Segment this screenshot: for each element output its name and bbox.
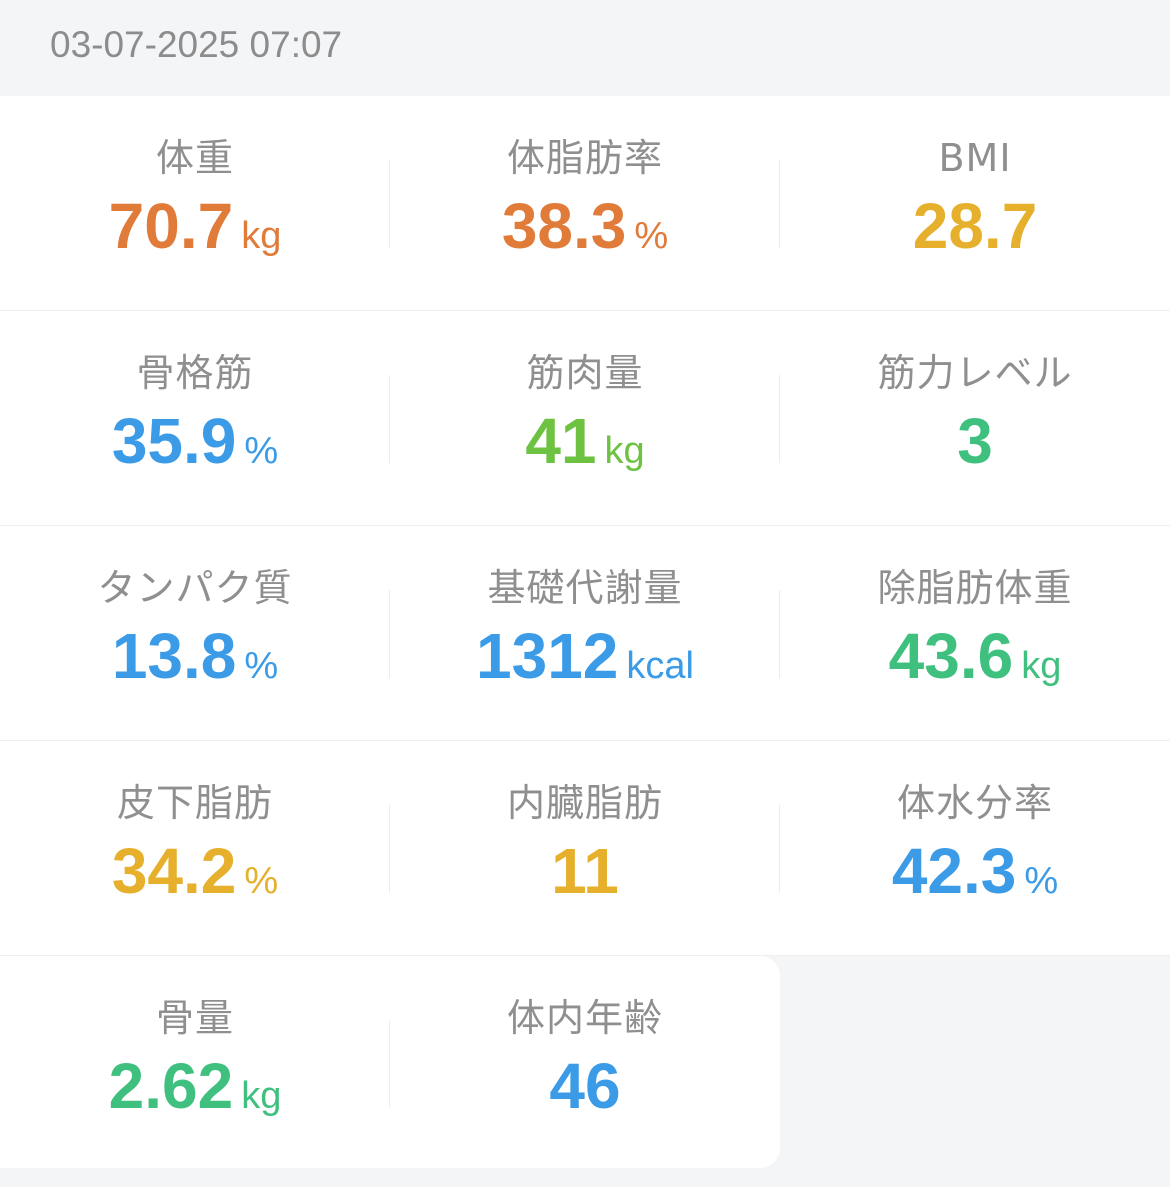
metric-label: タンパク質 xyxy=(97,566,293,610)
metric-unit: % xyxy=(634,215,669,257)
metric-subcutaneous-fat[interactable]: 皮下脂肪 34.2 % xyxy=(0,741,390,955)
metric-visceral-fat[interactable]: 内臓脂肪 11 xyxy=(390,741,780,955)
metric-value: 41 xyxy=(525,405,597,477)
metric-value-line: 1312 kcal xyxy=(476,618,694,704)
metric-value-line: 42.3 % xyxy=(892,833,1058,919)
metric-unit: kg xyxy=(241,1075,282,1117)
metric-value: 42.3 xyxy=(891,835,1017,907)
metric-value-line: 41 kg xyxy=(525,403,644,489)
metric-bone-mass[interactable]: 骨量 2.62 kg xyxy=(0,956,390,1168)
metric-label: 体水分率 xyxy=(896,781,1053,825)
metric-body-fat[interactable]: 体脂肪率 38.3 % xyxy=(390,96,780,310)
metric-label: 骨量 xyxy=(155,996,234,1040)
metric-unit: kg xyxy=(241,215,282,257)
metrics-row: タンパク質 13.8 % 基礎代謝量 1312 kcal 除脂肪体重 43.6 … xyxy=(0,526,1170,741)
metric-label: 体脂肪率 xyxy=(506,136,663,180)
metric-label: 体内年齢 xyxy=(506,996,663,1040)
metric-label: 筋力レベル xyxy=(877,351,1073,395)
metric-value-line: 70.7 kg xyxy=(109,188,282,274)
metric-label: BMI xyxy=(938,136,1012,180)
metric-label: 内臓脂肪 xyxy=(506,781,663,825)
metrics-row: 骨格筋 35.9 % 筋肉量 41 kg 筋力レベル 3 xyxy=(0,311,1170,526)
metric-value-line: 28.7 xyxy=(913,188,1038,264)
metric-label: 筋肉量 xyxy=(526,351,644,395)
metric-strength-level[interactable]: 筋力レベル 3 xyxy=(780,311,1170,525)
metric-muscle-mass[interactable]: 筋肉量 41 kg xyxy=(390,311,780,525)
metric-value-line: 43.6 kg xyxy=(889,618,1062,704)
metric-value-line: 3 xyxy=(957,403,993,479)
metric-bmi[interactable]: BMI 28.7 xyxy=(780,96,1170,310)
metric-weight[interactable]: 体重 70.7 kg xyxy=(0,96,390,310)
metric-unit: kg xyxy=(1021,645,1062,687)
metric-value: 70.7 xyxy=(108,190,234,262)
metric-value-line: 13.8 % xyxy=(112,618,278,704)
metric-unit: % xyxy=(244,430,279,472)
metric-value: 1312 xyxy=(476,620,619,692)
metric-body-water[interactable]: 体水分率 42.3 % xyxy=(780,741,1170,955)
metrics-row: 体重 70.7 kg 体脂肪率 38.3 % BMI 28.7 xyxy=(0,96,1170,311)
metric-unit: kg xyxy=(604,430,645,472)
metric-value: 46 xyxy=(549,1050,621,1122)
metrics-row: 骨量 2.62 kg 体内年齢 46 xyxy=(0,956,780,1168)
metric-label: 骨格筋 xyxy=(136,351,254,395)
metric-unit: % xyxy=(244,645,279,687)
metric-value: 34.2 xyxy=(111,835,237,907)
metric-value-line: 34.2 % xyxy=(112,833,278,919)
metric-value-line: 38.3 % xyxy=(502,188,668,274)
metric-unit: % xyxy=(244,860,279,902)
metric-label: 皮下脂肪 xyxy=(116,781,273,825)
metric-value: 3 xyxy=(957,405,993,477)
metric-unit: % xyxy=(1024,860,1059,902)
metric-value: 43.6 xyxy=(888,620,1014,692)
metric-skeletal-muscle[interactable]: 骨格筋 35.9 % xyxy=(0,311,390,525)
metric-value-line: 2.62 kg xyxy=(109,1048,282,1134)
metric-value-line: 11 xyxy=(551,833,619,909)
metric-protein[interactable]: タンパク質 13.8 % xyxy=(0,526,390,740)
metric-label: 体重 xyxy=(155,136,234,180)
metrics-grid: 体重 70.7 kg 体脂肪率 38.3 % BMI 28.7 骨格筋 35.9 xyxy=(0,96,1170,1168)
metric-value: 28.7 xyxy=(912,190,1038,262)
metric-value: 35.9 xyxy=(111,405,237,477)
metrics-row: 皮下脂肪 34.2 % 内臓脂肪 11 体水分率 42.3 % xyxy=(0,741,1170,956)
metric-body-age[interactable]: 体内年齢 46 xyxy=(390,956,780,1168)
metric-value: 2.62 xyxy=(108,1050,234,1122)
metric-value: 38.3 xyxy=(501,190,627,262)
metric-label: 基礎代謝量 xyxy=(487,566,683,610)
metric-value-line: 46 xyxy=(549,1048,620,1124)
metric-label: 除脂肪体重 xyxy=(877,566,1073,610)
metric-value-line: 35.9 % xyxy=(112,403,278,489)
metric-value: 11 xyxy=(551,835,619,907)
metric-unit: kcal xyxy=(626,645,694,687)
metric-lean-body-mass[interactable]: 除脂肪体重 43.6 kg xyxy=(780,526,1170,740)
measurement-datetime: 03-07-2025 07:07 xyxy=(50,24,343,65)
metric-value: 13.8 xyxy=(111,620,237,692)
metric-basal-metabolism[interactable]: 基礎代謝量 1312 kcal xyxy=(390,526,780,740)
